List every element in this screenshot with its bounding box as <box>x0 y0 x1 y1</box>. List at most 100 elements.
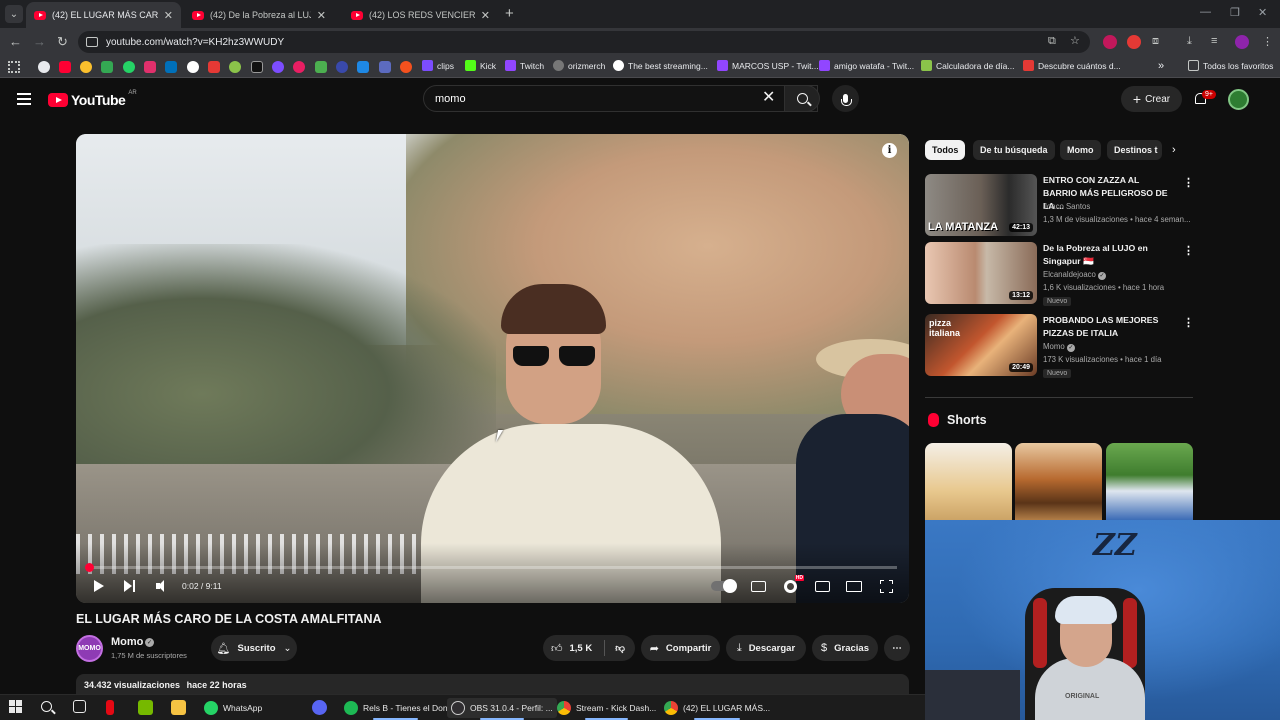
more-vert-icon[interactable]: ⋮ <box>1183 244 1194 257</box>
like-button[interactable]: 👍︎ 1,5 K <box>551 642 592 655</box>
search-input[interactable]: momo <box>423 85 818 112</box>
recommended-video[interactable]: 13:12 De la Pobreza al LUJO en Singapur … <box>925 242 1195 306</box>
reload-icon[interactable]: ↻ <box>57 34 68 50</box>
chip-de-tu-busqueda[interactable]: De tu búsqueda <box>973 140 1055 160</box>
restore-icon[interactable]: ❐ <box>1230 6 1240 19</box>
cast-icon[interactable]: ⧉ <box>1048 35 1056 48</box>
autoplay-toggle[interactable] <box>711 579 737 593</box>
taskbar-app-whatsapp[interactable]: WhatsApp <box>200 698 266 718</box>
paypal-bookmark-icon[interactable] <box>165 61 177 73</box>
back-arrow-icon[interactable]: ← <box>9 34 22 49</box>
progress-bar[interactable] <box>88 566 897 569</box>
apps-grid-icon[interactable] <box>8 61 20 73</box>
channel-name[interactable]: Momo <box>111 636 143 648</box>
translate-bookmark-icon[interactable] <box>379 61 391 73</box>
recommended-video[interactable]: LA MATANZA 42:13 ENTRO CON ZAZZA AL BARR… <box>925 174 1195 236</box>
clear-search-icon[interactable]: ✕ <box>762 90 775 106</box>
more-vert-icon[interactable]: ⋮ <box>1183 316 1194 329</box>
youtube-logo[interactable]: YouTube AR <box>48 90 137 108</box>
bookmark-icon[interactable] <box>336 61 348 73</box>
settings-gear-icon[interactable] <box>784 580 797 593</box>
create-button[interactable]: + Crear <box>1121 86 1182 112</box>
bookmark-icon[interactable] <box>208 61 220 73</box>
google-bookmark-icon[interactable] <box>38 61 50 73</box>
discord-icon[interactable] <box>312 700 327 715</box>
bookmark-icon[interactable] <box>187 61 199 73</box>
search-icon[interactable] <box>40 700 55 715</box>
bookmark-twitch[interactable]: Twitch <box>505 60 544 71</box>
video-thumbnail[interactable]: pizza italiana 20:49 <box>925 314 1037 376</box>
bookmark-icon[interactable] <box>101 61 113 73</box>
instagram-bookmark-icon[interactable] <box>144 61 156 73</box>
fullscreen-icon[interactable] <box>880 580 893 593</box>
more-vert-icon[interactable]: ⋮ <box>1183 176 1194 189</box>
close-window-icon[interactable]: ✕ <box>1258 6 1267 19</box>
chip-momo[interactable]: Momo <box>1060 140 1101 160</box>
volume-icon[interactable] <box>156 580 168 592</box>
short-thumbnail[interactable] <box>925 443 1012 523</box>
next-video-icon[interactable] <box>124 580 136 592</box>
bookmark-clips[interactable]: clips <box>422 60 454 71</box>
nvidia-icon[interactable] <box>138 700 153 715</box>
browser-tab-active[interactable]: (42) EL LUGAR MÁS CARO DE L ✕ <box>26 2 181 28</box>
bookmark-icon[interactable] <box>229 61 241 73</box>
share-button[interactable]: ➦ Compartir <box>641 635 720 661</box>
close-tab-icon[interactable]: ✕ <box>481 9 490 22</box>
bookmark-icon[interactable] <box>315 61 327 73</box>
recommended-video[interactable]: pizza italiana 20:49 PROBANDO LAS MEJORE… <box>925 314 1195 378</box>
bookmark-calculadora[interactable]: Calculadora de día... <box>921 60 1014 71</box>
thanks-button[interactable]: $ Gracias <box>812 635 878 661</box>
video-player[interactable]: i 0:02 / 9:11 HD <box>76 134 909 603</box>
site-info-icon[interactable] <box>86 37 98 47</box>
file-explorer-icon[interactable] <box>171 700 186 715</box>
account-avatar[interactable] <box>1228 89 1249 110</box>
taskbar-app-obs[interactable]: OBS 31.0.4 - Perfil: ... <box>447 698 557 720</box>
thumbs-down-icon[interactable]: 👎︎ <box>615 642 625 654</box>
bookmark-icon[interactable] <box>357 61 369 73</box>
bookmark-streaming[interactable]: The best streaming... <box>613 60 708 71</box>
tab-search-button[interactable]: ⌄ <box>5 5 23 23</box>
channel-avatar[interactable]: MOMO <box>76 635 103 662</box>
bookmark-icon[interactable] <box>272 61 284 73</box>
youtube-bookmark-icon[interactable] <box>59 61 71 73</box>
chip-destinos[interactable]: Destinos t <box>1107 140 1162 160</box>
tiktok-bookmark-icon[interactable] <box>251 61 263 73</box>
bookmark-marcos[interactable]: MARCOS USP - Twit... <box>717 60 819 71</box>
menu-dots-icon[interactable]: ⋮ <box>1262 35 1273 48</box>
extensions-puzzle-icon[interactable]: ⧈ <box>1152 35 1159 48</box>
bookmark-star-icon[interactable]: ☆ <box>1070 34 1080 47</box>
minimize-icon[interactable]: — <box>1200 6 1211 18</box>
taskbar-app-spotify[interactable]: Rels B - Tienes el Don <box>340 698 452 720</box>
more-bookmarks-chevron-icon[interactable]: » <box>1158 60 1164 72</box>
bookmark-icon[interactable] <box>400 61 412 73</box>
close-tab-icon[interactable]: ✕ <box>317 9 326 22</box>
browser-tab[interactable]: (42) LOS REDS VENCIERON AL ✕ <box>343 2 498 28</box>
task-view-icon[interactable] <box>73 700 86 713</box>
extension-icon[interactable] <box>1127 35 1141 49</box>
address-bar[interactable]: youtube.com/watch?v=KH2hz3WWUDY <box>78 31 1090 53</box>
all-bookmarks-folder[interactable]: Todos los favoritos <box>1188 60 1273 71</box>
netflix-icon[interactable] <box>106 700 114 715</box>
subtitles-icon[interactable] <box>751 581 766 592</box>
hamburger-menu-icon[interactable] <box>17 93 31 105</box>
new-tab-button[interactable]: + <box>505 5 514 22</box>
whatsapp-bookmark-icon[interactable] <box>123 61 135 73</box>
close-tab-icon[interactable]: ✕ <box>164 9 173 22</box>
browser-tab[interactable]: (42) De la Pobreza al LUJO en S ✕ <box>184 2 334 28</box>
info-icon[interactable]: i <box>882 143 897 158</box>
video-thumbnail[interactable]: 13:12 <box>925 242 1037 304</box>
extension-icon[interactable] <box>1103 35 1117 49</box>
more-actions-button[interactable]: ⋯ <box>884 635 910 661</box>
bookmark-icon[interactable] <box>80 61 92 73</box>
bookmark-icon[interactable] <box>293 61 305 73</box>
subscribed-button[interactable]: 🔔︎ Suscrito ⌄ <box>211 635 297 661</box>
chip-todos[interactable]: Todos <box>925 140 966 160</box>
short-thumbnail[interactable] <box>1106 443 1193 523</box>
search-button[interactable] <box>784 85 820 112</box>
play-icon[interactable] <box>94 580 104 592</box>
bookmark-amigo[interactable]: amigo watafa - Twit... <box>819 60 914 71</box>
download-button[interactable]: ⤓ Descargar <box>726 635 806 661</box>
media-control-icon[interactable]: ≡ <box>1211 35 1217 47</box>
windows-start-icon[interactable] <box>9 700 24 715</box>
forward-arrow-icon[interactable]: → <box>33 34 46 49</box>
